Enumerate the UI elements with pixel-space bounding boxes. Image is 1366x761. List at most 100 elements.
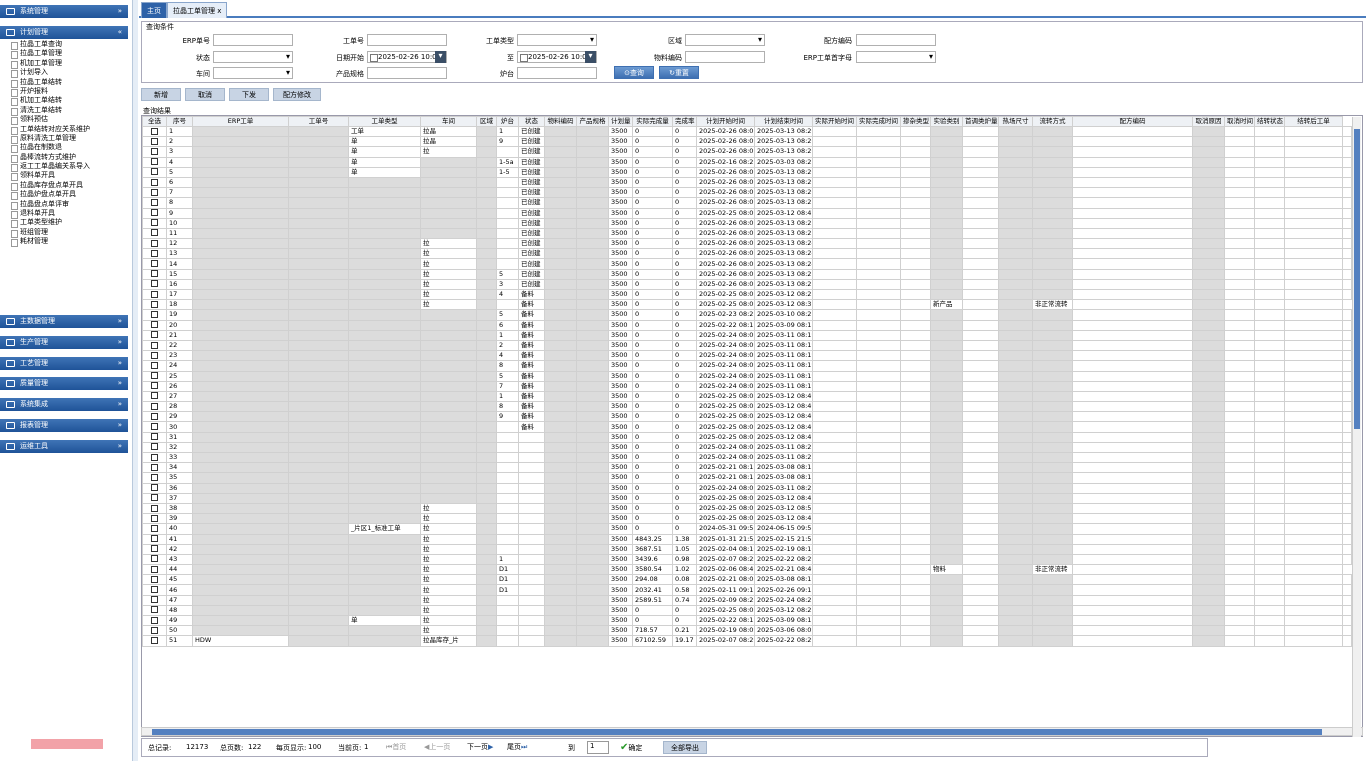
sidebar-item[interactable]: 拉晶工单管理	[0, 49, 128, 60]
column-header[interactable]: ERP工单	[192, 116, 289, 127]
table-row[interactable]: 36 3500 0 0 2025-02-24 08:00 2025-03-11 08:22	[142, 482, 1352, 494]
row-checkbox[interactable]	[151, 626, 158, 634]
row-checkbox[interactable]	[151, 433, 158, 441]
row-checkbox[interactable]	[151, 188, 158, 196]
row-checkbox[interactable]	[151, 331, 158, 339]
spec-input[interactable]	[367, 67, 447, 79]
table-row[interactable]: 50 拉 3500 718.57 0.21 2025-02-19 08:09 2025-03…	[142, 625, 1352, 637]
end-date-picker[interactable]: 2025-02-26 10:06	[517, 51, 597, 63]
column-header[interactable]: 计划量	[608, 116, 633, 127]
next-page-button[interactable]: 下一页▶	[467, 741, 493, 754]
row-checkbox[interactable]	[151, 402, 158, 410]
sidebar-item[interactable]: 晶棒流转方式维护	[0, 153, 128, 164]
column-header[interactable]: 实际完成时间	[856, 116, 901, 127]
column-header[interactable]: 序号	[166, 116, 193, 127]
row-checkbox-cell[interactable]	[142, 319, 167, 331]
column-header[interactable]: 实际开始时间	[812, 116, 857, 127]
row-checkbox[interactable]	[151, 229, 158, 237]
table-row[interactable]: 44 拉 D1 3500 3580.54 1.02 2025-02-06 08:40 2025…	[142, 564, 1352, 576]
table-row[interactable]: 48 拉 3500 0 0 2025-02-25 08:00 2025-03-12 08:2…	[142, 604, 1352, 617]
last-page-button[interactable]: 尾页⏭	[507, 741, 527, 754]
sidebar-section-integration[interactable]: 系统集成»	[0, 398, 128, 411]
row-checkbox[interactable]	[151, 239, 158, 247]
row-checkbox-cell[interactable]	[142, 238, 167, 250]
row-checkbox-cell[interactable]	[142, 278, 167, 291]
table-row[interactable]: 11 已创建 3500 0 0 2025-02-26 08:00 2025-03-13 08…	[142, 227, 1352, 240]
row-checkbox[interactable]	[151, 514, 158, 522]
row-checkbox-cell[interactable]	[142, 370, 167, 382]
row-checkbox[interactable]	[151, 586, 158, 594]
row-checkbox[interactable]	[151, 453, 158, 461]
scrollbar-thumb[interactable]	[152, 729, 1322, 735]
sidebar-item[interactable]: 退料单开具	[0, 209, 128, 220]
sidebar-item[interactable]: 原料清洗工单管理	[0, 134, 128, 145]
sidebar-collapse-handle[interactable]	[133, 0, 138, 761]
table-row[interactable]: 13 拉已创建 3500 0 0 2025-02-26 08:00 2025-03-13 0…	[142, 248, 1352, 260]
table-row[interactable]: 19 5 备料 3500 0 0 2025-02-23 08:27 2025-03-10 08…	[142, 309, 1352, 321]
row-checkbox[interactable]	[151, 555, 158, 563]
sidebar-item[interactable]: 领料预估	[0, 115, 128, 126]
row-checkbox-cell[interactable]	[142, 187, 167, 199]
row-checkbox-cell[interactable]	[142, 472, 167, 484]
row-checkbox[interactable]	[151, 219, 158, 227]
table-row[interactable]: 1 工单 拉晶 1 已创建 3500 0 0 2025-02-26 08:00 2025-03-1…	[142, 125, 1352, 138]
table-row[interactable]: 4 单 1-5a 已创建 3500 0 0 2025-02-16 08:23 2025-03-0…	[142, 156, 1352, 168]
column-header[interactable]: 热场尺寸	[998, 116, 1033, 127]
row-checkbox[interactable]	[151, 423, 158, 431]
row-checkbox[interactable]	[151, 249, 158, 257]
table-row[interactable]: 7 已创建 3500 0 0 2025-02-26 08:00 2025-03-13 08:…	[142, 187, 1352, 199]
row-checkbox[interactable]	[151, 260, 158, 268]
table-row[interactable]: 18 拉备料 3500 0 0 2025-02-25 08:00 2025-03-12 08…	[142, 299, 1352, 311]
row-checkbox-cell[interactable]	[142, 492, 167, 504]
row-checkbox-cell[interactable]	[142, 462, 167, 474]
prev-page-button[interactable]: ◀上一页	[424, 741, 450, 754]
area-select[interactable]	[685, 34, 765, 46]
row-checkbox[interactable]	[151, 535, 158, 543]
column-header[interactable]: 取消原因	[1192, 116, 1225, 127]
row-checkbox[interactable]	[151, 290, 158, 298]
row-checkbox-cell[interactable]	[142, 401, 167, 413]
row-checkbox-cell[interactable]	[142, 156, 167, 168]
table-row[interactable]: 51 HDW 拉晶库存_片 3500 67102.59 19.17 2025-02-07 0…	[142, 635, 1352, 647]
sidebar-item[interactable]: 拉晶在制数退	[0, 143, 128, 154]
row-checkbox[interactable]	[151, 575, 158, 583]
reset-button[interactable]: ↻重置	[659, 66, 699, 79]
row-checkbox[interactable]	[151, 545, 158, 553]
table-row[interactable]: 38 拉 3500 0 0 2025-02-25 08:00 2025-03-12 08:5…	[142, 502, 1352, 515]
horizontal-scrollbar[interactable]	[141, 727, 1363, 736]
row-checkbox-cell[interactable]	[142, 564, 167, 576]
tab-pull-order-management[interactable]: 拉晶工单管理 x	[167, 2, 228, 18]
table-row[interactable]: 30 备料 3500 0 0 2025-02-25 08:00 2025-03-12 08:…	[142, 421, 1352, 433]
table-row[interactable]: 21 1 备料 3500 0 0 2025-02-24 08:00 2025-03-11 08…	[142, 329, 1352, 341]
table-row[interactable]: 43 拉 1 3500 3439.6 0.98 2025-02-07 08:29 2025-0…	[142, 553, 1352, 566]
row-checkbox-cell[interactable]	[142, 258, 167, 270]
row-checkbox-cell[interactable]	[142, 625, 167, 637]
table-row[interactable]: 17 拉 4 备料 3500 0 0 2025-02-25 08:00 2025-03-12 0…	[142, 288, 1352, 301]
goto-page-input[interactable]: 1	[587, 741, 609, 754]
sidebar-item[interactable]: 拉晶炉盘点单开具	[0, 190, 128, 201]
row-checkbox[interactable]	[151, 300, 158, 308]
row-checkbox[interactable]	[151, 484, 158, 492]
row-checkbox-cell[interactable]	[142, 350, 167, 362]
sidebar-section-report[interactable]: 报表管理»	[0, 419, 128, 432]
erp-no-input[interactable]	[213, 34, 293, 46]
row-checkbox[interactable]	[151, 636, 158, 644]
row-checkbox[interactable]	[151, 524, 158, 532]
row-checkbox[interactable]	[151, 616, 158, 624]
table-row[interactable]: 9 已创建 3500 0 0 2025-02-25 08:00 2025-03-12 08:…	[142, 207, 1352, 219]
row-checkbox[interactable]	[151, 473, 158, 481]
row-checkbox-cell[interactable]	[142, 248, 167, 260]
table-row[interactable]: 29 9 备料 3500 0 0 2025-02-25 08:00 2025-03-12 08…	[142, 411, 1352, 423]
row-checkbox-cell[interactable]	[142, 594, 167, 606]
row-checkbox[interactable]	[151, 270, 158, 278]
table-row[interactable]: 12 拉已创建 3500 0 0 2025-02-26 08:00 2025-03-13 0…	[142, 238, 1352, 250]
table-row[interactable]: 22 2 备料 3500 0 0 2025-02-24 08:00 2025-03-11 08…	[142, 339, 1352, 352]
row-checkbox[interactable]	[151, 606, 158, 614]
table-row[interactable]: 16 拉 3 已创建 3500 0 0 2025-02-26 08:00 2025-03-13 …	[142, 278, 1352, 291]
row-checkbox[interactable]	[151, 565, 158, 573]
sidebar-section-production[interactable]: 生产管理»	[0, 336, 128, 349]
table-row[interactable]: 14 拉已创建 3500 0 0 2025-02-26 08:00 2025-03-13 0…	[142, 258, 1352, 270]
column-header[interactable]: 掺杂类型	[900, 116, 931, 127]
row-checkbox-cell[interactable]	[142, 299, 167, 311]
table-row[interactable]: 35 3500 0 0 2025-02-21 08:12 2025-03-08 08:12	[142, 472, 1352, 484]
